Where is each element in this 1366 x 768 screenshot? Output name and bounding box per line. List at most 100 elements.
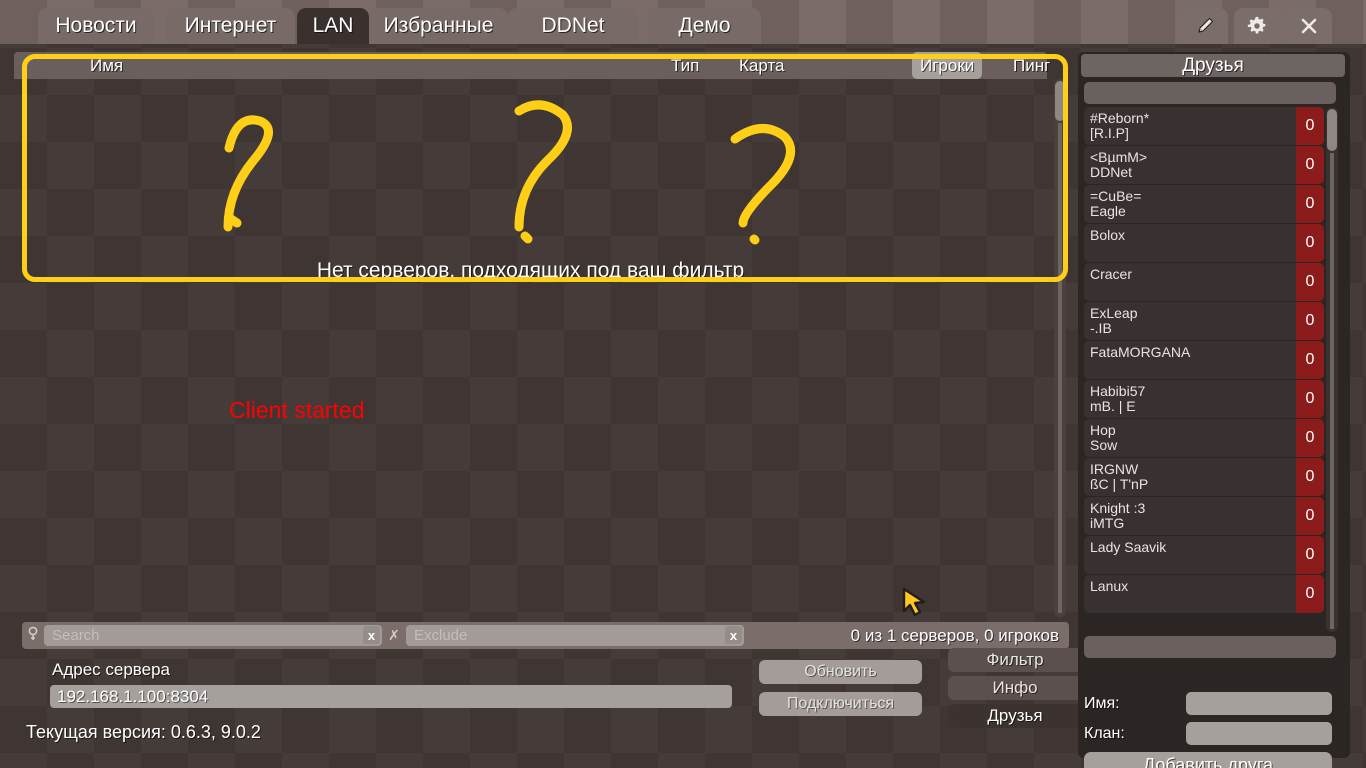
friend-name-input[interactable]	[1186, 692, 1332, 715]
friend-clan: DDNet	[1090, 164, 1133, 180]
column-header-players[interactable]: Игроки	[912, 52, 983, 79]
scrollbar-thumb[interactable]	[1055, 81, 1065, 121]
close-icon	[1301, 18, 1317, 34]
friend-name: Hop	[1090, 422, 1116, 438]
sidetab-friends[interactable]: Друзья	[948, 704, 1082, 728]
tab-label: Избранные	[383, 14, 494, 37]
friend-clan-label: Клан:	[1084, 725, 1125, 742]
sidetab-filter[interactable]: Фильтр	[948, 648, 1082, 672]
server-list[interactable]: Нет серверов, подходящих под ваш фильтр …	[14, 79, 1047, 617]
column-label: Пинг	[1013, 56, 1051, 75]
friend-row[interactable]: ExLeap -.IB 0	[1084, 302, 1324, 340]
friends-panel-title: Друзья	[1081, 54, 1345, 77]
scrollbar-line	[1058, 123, 1062, 613]
tab-label: Новости	[55, 14, 137, 37]
column-label: Игроки	[920, 56, 975, 75]
friends-list-scrollbar[interactable]	[1326, 107, 1338, 632]
exclude-clear-button[interactable]: x	[725, 626, 742, 644]
settings-gear-icon	[1247, 16, 1266, 34]
friend-name: ExLeap	[1090, 305, 1138, 321]
friend-row[interactable]: <BµmM> DDNet 0	[1084, 146, 1324, 184]
friend-row[interactable]: FataMORGANA 0	[1084, 341, 1324, 379]
friend-clan: Eagle	[1090, 203, 1126, 219]
exclude-placeholder: Exclude	[414, 627, 468, 644]
tab-internet[interactable]: Интернет	[166, 8, 295, 44]
friend-online-count: 0	[1296, 107, 1324, 145]
close-button[interactable]	[1286, 8, 1332, 44]
friend-row[interactable]: Lady Saavik 0	[1084, 536, 1324, 574]
friend-clan: Sow	[1090, 437, 1118, 453]
tab-favorites[interactable]: Избранные	[369, 8, 508, 44]
friend-row[interactable]: Habibi57 mB. | E 0	[1084, 380, 1324, 418]
editor-button[interactable]	[1182, 8, 1228, 44]
friend-clan: ßC | T'nP	[1090, 476, 1149, 492]
friend-name: Lady Saavik	[1090, 539, 1167, 555]
server-address-input[interactable]: 192.168.1.100:8304	[50, 685, 732, 708]
scrollbar-thumb[interactable]	[1327, 109, 1337, 151]
friend-online-count: 0	[1296, 224, 1324, 262]
friend-name: <BµmM>	[1090, 149, 1148, 165]
friend-online-count: 0	[1296, 302, 1324, 340]
friend-clan: -.IB	[1090, 320, 1112, 336]
column-header-map[interactable]: Карта	[739, 52, 785, 79]
friends-list[interactable]: #Reborn* [R.I.P] 0 <BµmM> DDNet 0 =CuBe= Eagle 0…	[1084, 107, 1324, 632]
friend-online-count: 0	[1296, 419, 1324, 457]
column-header-ping[interactable]: Пинг	[1013, 52, 1050, 79]
friend-row[interactable]: IRGNW ßC | T'nP 0	[1084, 458, 1324, 496]
filter-bar: Search x ✗ Exclude x 0 из 1 серверов, 0 …	[22, 622, 1069, 649]
friend-row[interactable]: =CuBe= Eagle 0	[1084, 185, 1324, 223]
column-label: Карта	[739, 56, 785, 75]
friend-name: FataMORGANA	[1090, 344, 1191, 360]
tab-news[interactable]: Новости	[38, 8, 154, 44]
friends-list-footer	[1084, 636, 1336, 658]
version-text: Текущая версия: 0.6.3, 9.0.2	[26, 722, 261, 742]
friend-clan: iMTG	[1090, 515, 1125, 531]
friend-clan: [R.I.P]	[1090, 125, 1129, 141]
friend-online-count: 0	[1296, 380, 1324, 418]
settings-button[interactable]	[1234, 8, 1280, 44]
friend-name: Cracer	[1090, 266, 1133, 282]
friend-clan-input[interactable]	[1186, 722, 1332, 745]
friend-name: =CuBe=	[1090, 188, 1142, 204]
friend-online-count: 0	[1296, 458, 1324, 496]
connect-button[interactable]: Подключиться	[759, 692, 922, 716]
tab-label: Демо	[678, 14, 731, 37]
server-list-scrollbar[interactable]	[1054, 79, 1066, 617]
server-list-header: Имя Тип Карта Игроки Пинг	[14, 52, 1050, 79]
search-placeholder: Search	[52, 627, 100, 644]
column-header-name[interactable]: Имя	[90, 52, 123, 79]
sidetab-info[interactable]: Инфо	[948, 676, 1082, 700]
friend-row[interactable]: Bolox 0	[1084, 224, 1324, 262]
refresh-button[interactable]: Обновить	[759, 660, 922, 684]
tab-label: Интернет	[184, 14, 277, 37]
friend-online-count: 0	[1296, 575, 1324, 613]
tab-lan[interactable]: LAN	[297, 8, 369, 44]
scrollbar-line	[1330, 153, 1334, 629]
friend-name: #Reborn*	[1090, 110, 1150, 126]
server-browser: Имя Тип Карта Игроки Пинг Нет серверов, …	[14, 52, 1068, 617]
friend-name: Bolox	[1090, 227, 1126, 243]
friend-name: Habibi57	[1090, 383, 1146, 399]
friend-row[interactable]: Lanux 0	[1084, 575, 1324, 613]
friend-row[interactable]: #Reborn* [R.I.P] 0	[1084, 107, 1324, 145]
add-friend-button[interactable]: Добавить друга	[1084, 752, 1332, 768]
friend-online-count: 0	[1296, 341, 1324, 379]
friends-filter-input[interactable]	[1084, 82, 1336, 104]
friend-row[interactable]: Cracer 0	[1084, 263, 1324, 301]
friend-row[interactable]: Hop Sow 0	[1084, 419, 1324, 457]
friend-name: Lanux	[1090, 578, 1129, 594]
tab-ddnet[interactable]: DDNet	[508, 8, 638, 44]
tab-label: DDNet	[541, 14, 605, 37]
main-window: Имя Тип Карта Игроки Пинг Нет серверов, …	[0, 44, 1366, 768]
friend-online-count: 0	[1296, 536, 1324, 574]
exclude-input[interactable]: Exclude x	[406, 625, 744, 646]
search-clear-button[interactable]: x	[363, 626, 380, 644]
search-input[interactable]: Search x	[44, 625, 382, 646]
friend-online-count: 0	[1296, 146, 1324, 184]
tab-demo[interactable]: Демо	[648, 8, 761, 44]
friend-online-count: 0	[1296, 185, 1324, 223]
column-header-type[interactable]: Тип	[671, 52, 699, 79]
console-message: Client started	[229, 397, 365, 423]
friend-row[interactable]: Knight :3 iMTG 0	[1084, 497, 1324, 535]
friend-name: IRGNW	[1090, 461, 1139, 477]
